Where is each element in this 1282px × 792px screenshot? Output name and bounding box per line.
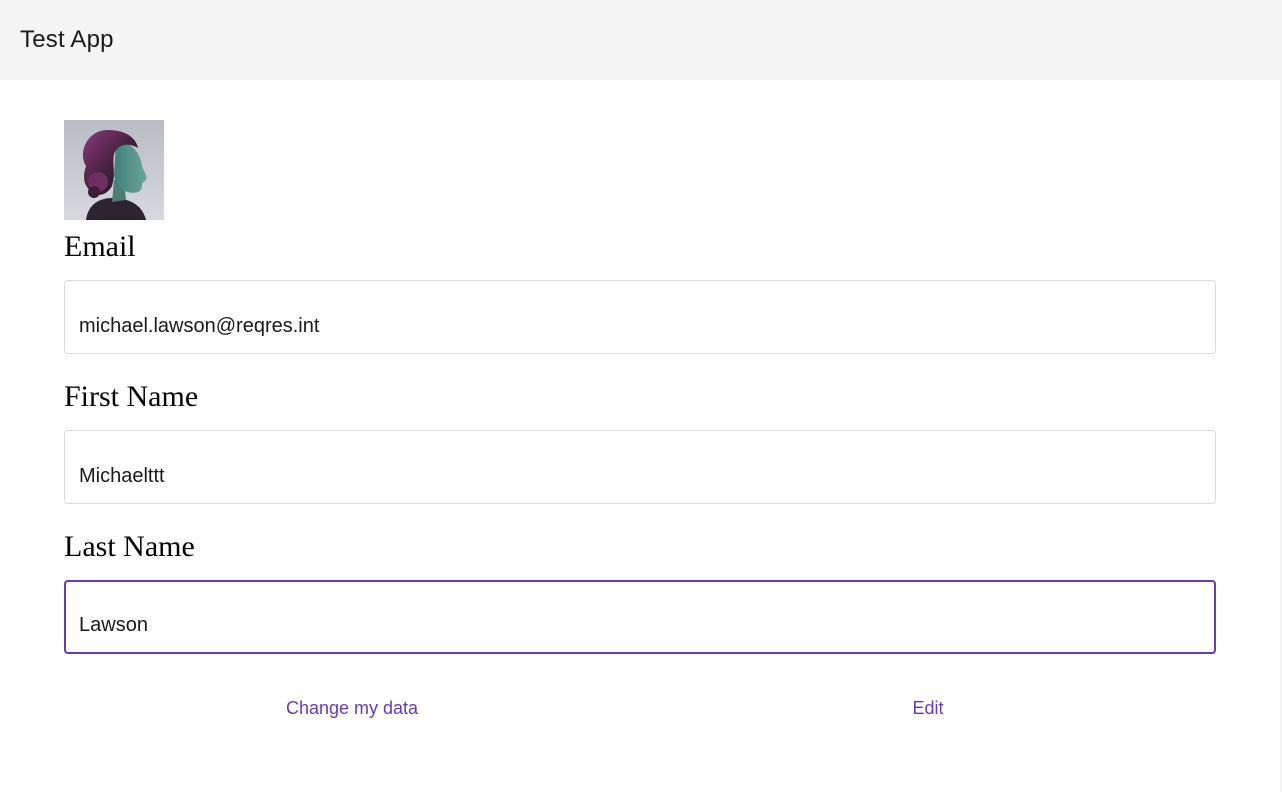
user-avatar — [64, 120, 164, 220]
last-name-field[interactable] — [64, 580, 1216, 654]
app-title: Test App — [20, 26, 114, 53]
last-name-label: Last Name — [64, 530, 195, 563]
app-toolbar: Test App — [0, 0, 1282, 80]
first-name-label: First Name — [64, 380, 199, 413]
email-field[interactable] — [64, 280, 1216, 354]
email-label: Email — [64, 230, 136, 263]
change-my-data-button[interactable]: Change my data — [272, 692, 432, 724]
edit-button[interactable]: Edit — [888, 692, 968, 724]
avatar-image — [64, 120, 164, 220]
first-name-field[interactable] — [64, 430, 1216, 504]
